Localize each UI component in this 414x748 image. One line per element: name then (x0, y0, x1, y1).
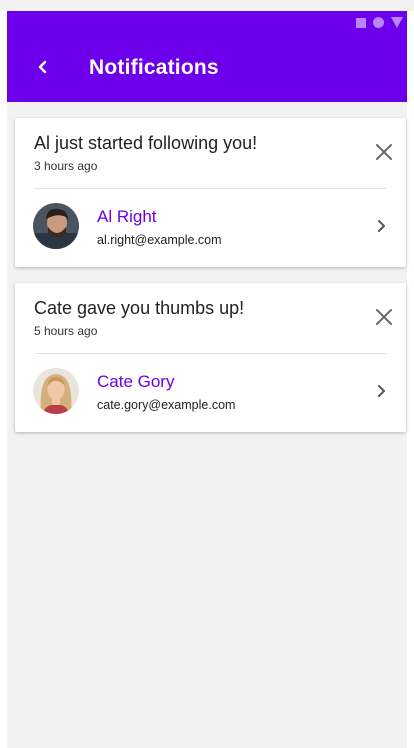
close-icon[interactable] (374, 307, 394, 327)
chevron-left-icon (38, 60, 47, 74)
user-email: al.right@example.com (97, 232, 222, 247)
triangle-icon (391, 17, 403, 28)
avatar (33, 368, 79, 414)
notification-header: Cate gave you thumbs up! 5 hours ago (15, 283, 406, 339)
chevron-right-icon (378, 385, 385, 397)
notification-title: Cate gave you thumbs up! (34, 298, 245, 318)
notification-time: 3 hours ago (34, 159, 98, 173)
app-bar: Notifications (7, 11, 407, 102)
status-bar (356, 17, 403, 28)
notification-card: Cate gave you thumbs up! 5 hours ago Cat… (15, 283, 406, 432)
chevron-right-icon (378, 220, 385, 232)
user-name: Cate Gory (97, 371, 175, 391)
user-info: Cate Gory cate.gory@example.com (97, 371, 374, 412)
user-row[interactable]: Al Right al.right@example.com (15, 189, 406, 267)
user-email: cate.gory@example.com (97, 397, 236, 412)
notification-card: Al just started following you! 3 hours a… (15, 118, 406, 267)
circle-icon (373, 17, 384, 28)
page-title: Notifications (89, 56, 219, 79)
user-info: Al Right al.right@example.com (97, 206, 374, 247)
close-icon[interactable] (374, 142, 394, 162)
notification-time: 5 hours ago (34, 324, 98, 338)
notification-title: Al just started following you! (34, 133, 258, 153)
square-icon (356, 17, 366, 28)
user-row[interactable]: Cate Gory cate.gory@example.com (15, 354, 406, 432)
screen: Notifications Al just started following … (0, 11, 414, 748)
user-name: Al Right (97, 206, 157, 226)
back-button[interactable] (31, 55, 55, 79)
avatar (33, 203, 79, 249)
notification-list: Al just started following you! 3 hours a… (7, 102, 407, 432)
notification-header: Al just started following you! 3 hours a… (15, 118, 406, 174)
